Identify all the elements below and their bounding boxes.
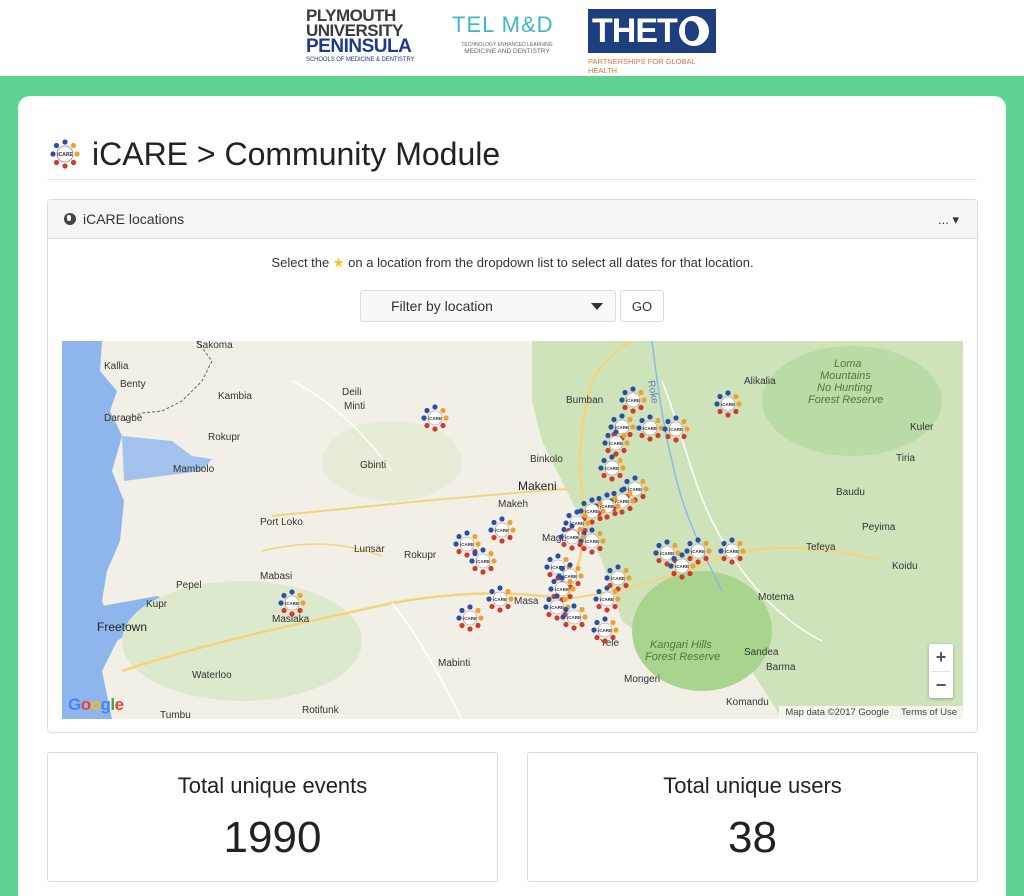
svg-text:Mabinti: Mabinti (438, 658, 470, 669)
svg-text:Pepel: Pepel (176, 580, 202, 591)
svg-text:Tiria: Tiria (896, 453, 916, 464)
panel-menu-button[interactable]: ... ▾ (938, 212, 959, 228)
svg-text:Komandu: Komandu (726, 697, 769, 708)
svg-text:Kangari Hills: Kangari Hills (650, 639, 712, 651)
svg-text:Motema: Motema (758, 592, 795, 603)
svg-text:Tumbu: Tumbu (160, 710, 191, 719)
tel-md-logo: TEL M&D TECHNOLOGY ENHANCED LEARNING MED… (452, 12, 562, 70)
svg-text:Minti: Minti (344, 401, 365, 412)
plymouth-university-logo: PLYMOUTH UNIVERSITY PENINSULA SCHOOLS OF… (306, 7, 424, 68)
svg-text:Mambolo: Mambolo (173, 464, 215, 475)
svg-text:Port Loko: Port Loko (260, 517, 303, 528)
tel-md-logo-name: TEL M&D (452, 12, 554, 37)
svg-text:Benty: Benty (120, 379, 146, 390)
svg-text:Kupr: Kupr (146, 599, 168, 610)
filter-placeholder: Filter by location (391, 298, 493, 314)
thet-logo-box: THET (588, 9, 716, 53)
zoom-controls: + − (929, 644, 953, 698)
svg-text:Kallia: Kallia (104, 361, 129, 372)
svg-text:Barma: Barma (766, 662, 796, 673)
svg-text:Baudu: Baudu (836, 487, 865, 498)
svg-text:Alikalia: Alikalia (744, 376, 776, 387)
svg-text:Gbinti: Gbinti (360, 460, 386, 471)
svg-text:Lunsar: Lunsar (354, 544, 385, 555)
svg-text:Freetown: Freetown (97, 620, 147, 634)
zoom-out-button[interactable]: − (929, 672, 953, 699)
map-data-credit: Map data ©2017 Google (785, 707, 890, 718)
svg-text:Makeh: Makeh (498, 499, 528, 510)
events-stat-card: Total unique events 1990 (47, 752, 498, 882)
zoom-in-button[interactable]: + (929, 644, 953, 671)
map-attribution: Map data ©2017 Google Terms of Use (779, 706, 963, 719)
svg-text:Sandea: Sandea (744, 647, 779, 658)
svg-text:Forest Reserve: Forest Reserve (808, 394, 883, 406)
svg-text:Binkolo: Binkolo (530, 454, 563, 465)
thet-tagline: PARTNERSHIPS FOR GLOBAL HEALTH (588, 57, 696, 75)
svg-text:Tefeya: Tefeya (806, 542, 836, 553)
events-value: 1990 (223, 813, 322, 862)
svg-text:Rokupr: Rokupr (404, 550, 437, 561)
title-divider (47, 179, 977, 180)
panel-heading: iCARE locations (83, 211, 185, 227)
thet-logo-name: THET (592, 12, 678, 50)
star-icon: ★ (332, 255, 345, 270)
svg-text:Loma: Loma (834, 358, 862, 370)
users-label: Total unique users (663, 773, 842, 798)
svg-text:Mountains: Mountains (820, 370, 871, 382)
svg-text:Sakoma: Sakoma (196, 341, 233, 351)
go-button[interactable]: GO (620, 290, 664, 322)
google-logo[interactable]: Google (68, 695, 124, 715)
svg-text:Rotifunk: Rotifunk (302, 705, 340, 716)
svg-text:Daragbe: Daragbe (104, 413, 143, 424)
locations-map[interactable]: iCARE (62, 341, 963, 719)
header-logos: PLYMOUTH UNIVERSITY PENINSULA SCHOOLS OF… (0, 0, 1024, 76)
map-canvas[interactable]: iCARE (62, 341, 963, 719)
location-filter-select[interactable]: Filter by location (360, 290, 616, 322)
svg-text:Kambia: Kambia (218, 391, 252, 402)
icare-logo-icon: iCARE (50, 139, 80, 169)
svg-text:Bumban: Bumban (566, 395, 603, 406)
instruction-before: Select the (271, 255, 330, 270)
plymouth-logo-line3: PENINSULA (306, 36, 412, 57)
svg-text:Rokupr: Rokupr (208, 432, 241, 443)
globe-icon (676, 13, 712, 49)
instruction-text: Select the ★ on a location from the drop… (48, 255, 977, 271)
svg-text:Kuler: Kuler (910, 422, 934, 433)
icare-logo-text: iCARE (57, 152, 73, 158)
thet-logo: THET PARTNERSHIPS FOR GLOBAL HEALTH (588, 9, 716, 75)
svg-text:Peyima: Peyima (862, 522, 896, 533)
svg-text:Mabasi: Mabasi (260, 571, 292, 582)
svg-text:Koidu: Koidu (892, 561, 918, 572)
plymouth-logo-line4: SCHOOLS OF MEDICINE & DENTISTRY (306, 57, 415, 63)
users-value: 38 (728, 813, 777, 862)
caret-down-icon (591, 303, 603, 310)
svg-text:Mongeri: Mongeri (624, 674, 660, 685)
instruction-after: on a location from the dropdown list to … (348, 255, 754, 270)
events-label: Total unique events (177, 773, 368, 798)
svg-text:Masa: Masa (514, 596, 539, 607)
svg-text:Deili: Deili (342, 387, 361, 398)
tel-md-logo-line3: MEDICINE AND DENTISTRY (464, 48, 550, 55)
terms-of-use-link[interactable]: Terms of Use (901, 707, 957, 718)
svg-text:Waterloo: Waterloo (192, 670, 232, 681)
locations-panel: iCARE locations ... ▾ Select the ★ on a … (47, 199, 978, 733)
svg-text:Forest Reserve: Forest Reserve (645, 651, 720, 663)
page-heading: iCARE > Community Module (92, 135, 501, 172)
panel-header: iCARE locations ... ▾ (48, 200, 977, 239)
svg-text:No Hunting: No Hunting (817, 382, 873, 394)
page-title: iCARE iCARE > Community Module (50, 134, 500, 174)
globe-icon (64, 213, 76, 225)
users-stat-card: Total unique users 38 (527, 752, 978, 882)
svg-text:Makeni: Makeni (518, 479, 557, 493)
